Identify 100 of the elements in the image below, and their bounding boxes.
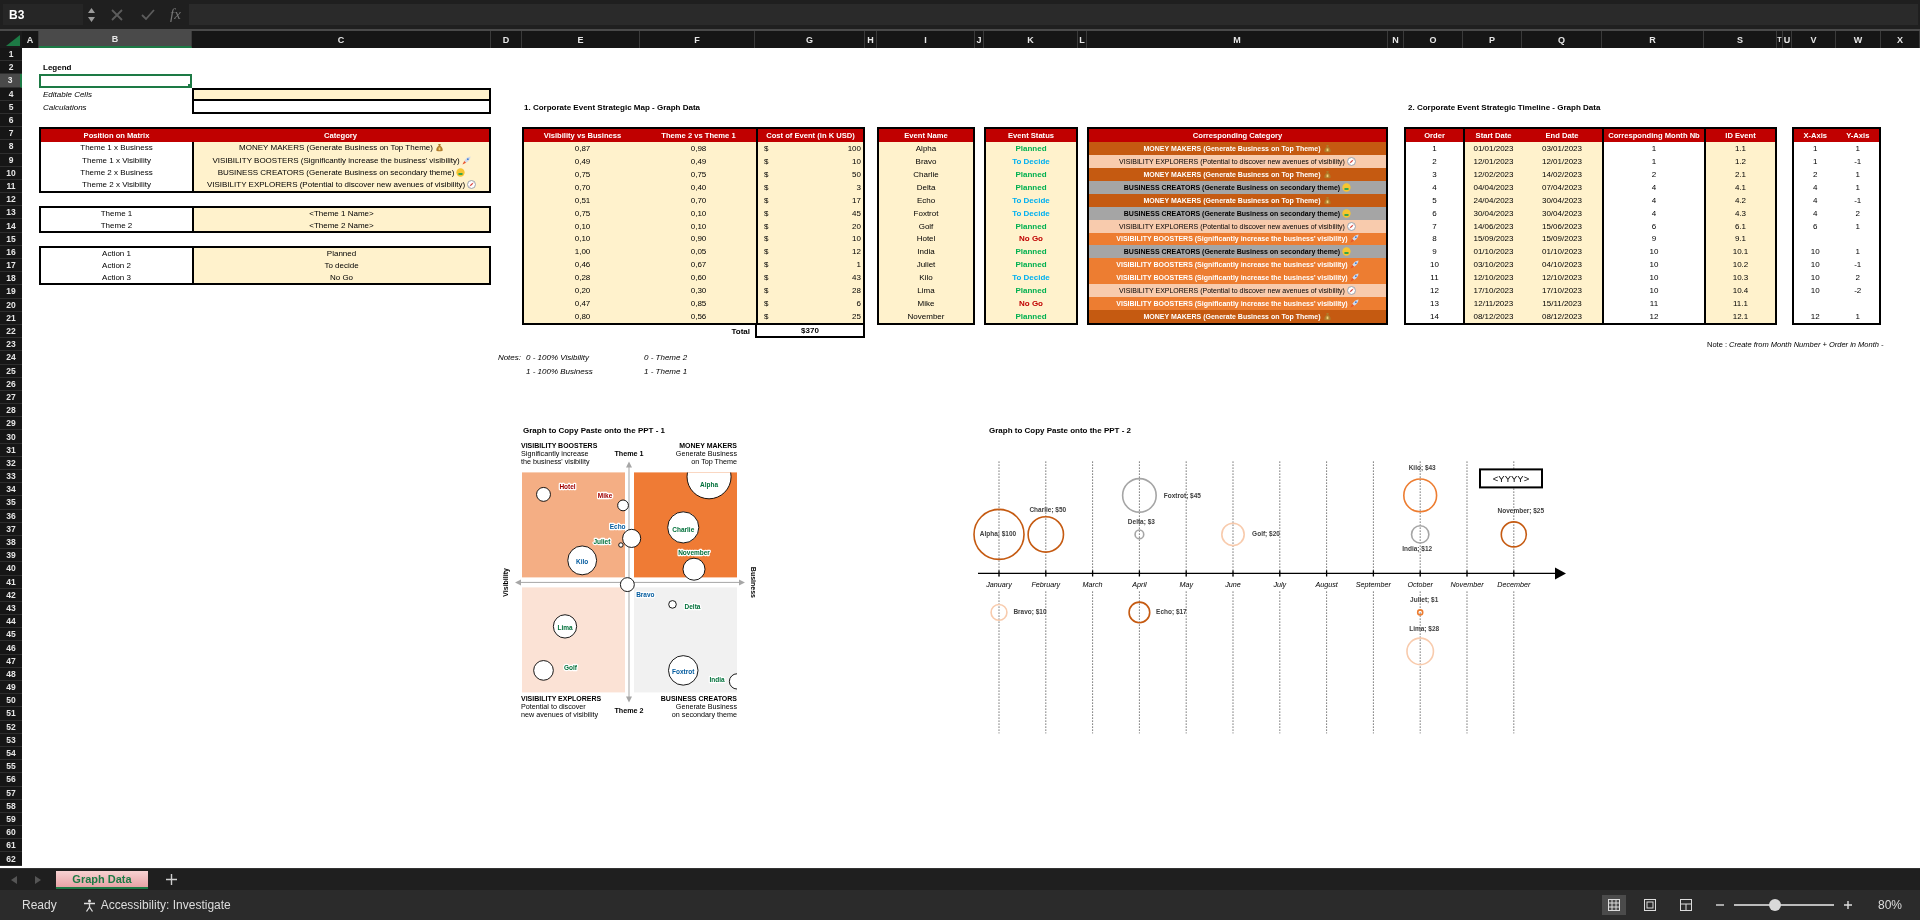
name-box[interactable]: B3 bbox=[3, 4, 83, 25]
row-header[interactable]: 18 bbox=[0, 272, 22, 286]
column-header[interactable]: C bbox=[192, 31, 491, 48]
accessibility-status[interactable]: Accessibility: Investigate bbox=[100, 898, 231, 912]
bubble bbox=[1500, 521, 1528, 548]
column-header[interactable]: X bbox=[1881, 31, 1920, 48]
column-header[interactable]: D bbox=[491, 31, 522, 48]
table-cell: <Theme 2 Name> bbox=[192, 219, 489, 231]
column-header[interactable]: N bbox=[1388, 31, 1404, 48]
column-header[interactable]: I bbox=[877, 31, 975, 48]
zoom-out-icon[interactable] bbox=[1715, 901, 1724, 909]
column-header[interactable]: H bbox=[865, 31, 877, 48]
column-header[interactable]: O bbox=[1404, 31, 1463, 48]
column-header[interactable]: S bbox=[1704, 31, 1777, 48]
row-header[interactable]: 56 bbox=[0, 773, 22, 787]
row-header[interactable]: 62 bbox=[0, 852, 22, 866]
row-header[interactable]: 45 bbox=[0, 628, 22, 642]
row-header[interactable]: 8 bbox=[0, 140, 22, 154]
row-header[interactable]: 17 bbox=[0, 259, 22, 273]
column-header[interactable]: Q bbox=[1522, 31, 1602, 48]
status-text: To Decide bbox=[1011, 194, 1051, 207]
rocket-icon bbox=[1349, 273, 1359, 283]
row-header[interactable]: 34 bbox=[0, 483, 22, 497]
bubble bbox=[1128, 601, 1151, 624]
row-header[interactable]: 49 bbox=[0, 681, 22, 695]
compass-icon bbox=[1346, 286, 1356, 296]
column-header[interactable]: E bbox=[522, 31, 640, 48]
table-cell: -1 bbox=[1854, 195, 1862, 205]
zoom-in-icon[interactable] bbox=[1843, 901, 1852, 909]
row-header[interactable]: 40 bbox=[0, 562, 22, 576]
table-cell: 17/10/2023 bbox=[1522, 284, 1602, 298]
column-header[interactable]: V bbox=[1792, 31, 1836, 48]
accessibility-icon[interactable] bbox=[82, 898, 96, 912]
table-cell: 12/10/2023 bbox=[1522, 271, 1602, 285]
row-header[interactable]: 33 bbox=[0, 470, 22, 484]
row-header[interactable]: 23 bbox=[0, 338, 22, 352]
row-header[interactable]: 39 bbox=[0, 549, 22, 563]
cancel-icon[interactable] bbox=[111, 8, 123, 21]
spinner-icon[interactable] bbox=[87, 6, 96, 23]
row-header[interactable]: 2 bbox=[0, 61, 22, 75]
row-header[interactable]: 7 bbox=[0, 127, 22, 141]
column-header[interactable]: M bbox=[1087, 31, 1388, 48]
row-header[interactable]: 28 bbox=[0, 404, 22, 418]
column-header[interactable]: G bbox=[755, 31, 865, 48]
row-header[interactable]: 61 bbox=[0, 839, 22, 853]
notes-label: Notes: bbox=[497, 353, 521, 363]
slider-thumb[interactable] bbox=[1768, 899, 1781, 911]
view-button[interactable] bbox=[1601, 895, 1626, 915]
column-header[interactable]: A bbox=[22, 31, 39, 48]
table-cell: 12/10/2023 bbox=[1463, 271, 1522, 285]
table-cell-text: 0,80 bbox=[573, 311, 592, 323]
add-sheet-icon[interactable] bbox=[166, 874, 177, 885]
table-cell-text: 9 bbox=[1431, 246, 1438, 259]
row-header[interactable]: 14 bbox=[0, 219, 22, 233]
row-header[interactable]: 46 bbox=[0, 641, 22, 655]
column-header[interactable]: K bbox=[984, 31, 1078, 48]
table-cell-text: 13 bbox=[1429, 298, 1440, 311]
row-header[interactable]: 50 bbox=[0, 694, 22, 708]
row-header[interactable]: 55 bbox=[0, 760, 22, 774]
column-header[interactable]: F bbox=[640, 31, 755, 48]
row-header[interactable]: 13 bbox=[0, 206, 22, 220]
column-header[interactable]: B bbox=[39, 31, 192, 48]
row-header[interactable]: 3 bbox=[0, 74, 22, 88]
table-cell-text: Hotel bbox=[915, 233, 937, 246]
insert-function-button[interactable]: fx bbox=[170, 6, 181, 23]
table-cell: 10.3 bbox=[1704, 271, 1775, 285]
table-cell-text: 0,47 bbox=[573, 298, 592, 311]
row-header[interactable]: 12 bbox=[0, 193, 22, 207]
row-header[interactable]: 60 bbox=[0, 826, 22, 840]
note-text: 0 - 100% Visibility bbox=[526, 353, 590, 363]
rocket-icon bbox=[461, 155, 471, 165]
table-cell-text: Action 3 bbox=[101, 271, 132, 284]
select-all-button[interactable] bbox=[0, 31, 22, 48]
row-header[interactable]: 29 bbox=[0, 417, 22, 431]
row-header[interactable]: 51 bbox=[0, 707, 22, 721]
money-bag-icon bbox=[1322, 169, 1332, 179]
table-cell-text: Bravo bbox=[914, 155, 938, 168]
zoom-level[interactable]: 80% bbox=[1877, 898, 1902, 912]
table-cell: 10 bbox=[1810, 260, 1820, 270]
column-header[interactable]: R bbox=[1602, 31, 1704, 48]
row-header[interactable]: 24 bbox=[0, 351, 22, 365]
row-header[interactable]: 19 bbox=[0, 285, 22, 299]
money-bag-icon bbox=[1322, 312, 1332, 321]
currency-symbol: $ bbox=[764, 221, 769, 231]
total-label: Total bbox=[731, 327, 750, 337]
column-header[interactable]: P bbox=[1463, 31, 1522, 48]
row-header[interactable]: 44 bbox=[0, 615, 22, 629]
row-header[interactable]: 1 bbox=[0, 48, 22, 62]
grid-icon bbox=[1607, 899, 1620, 911]
cost-value: 1 bbox=[856, 260, 861, 270]
status-text: To Decide bbox=[1011, 272, 1051, 285]
column-header[interactable]: W bbox=[1836, 31, 1881, 48]
bubble bbox=[1221, 522, 1245, 547]
currency-symbol: $ bbox=[764, 156, 769, 166]
rocket-icon bbox=[1349, 234, 1359, 244]
row-header[interactable]: 30 bbox=[0, 430, 22, 444]
cost-value: 50 bbox=[852, 169, 861, 179]
row-header[interactable]: 35 bbox=[0, 496, 22, 510]
active-cell[interactable] bbox=[39, 74, 192, 88]
check-icon[interactable] bbox=[141, 8, 155, 21]
